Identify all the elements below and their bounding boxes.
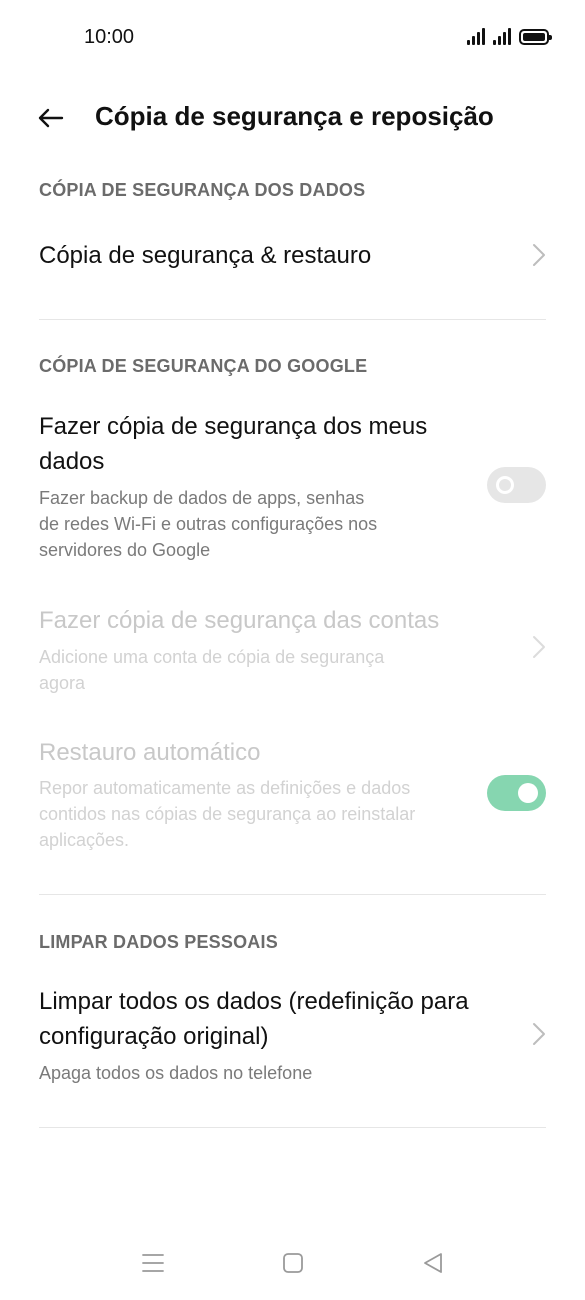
backup-accounts-sub-line1: Adicione uma conta de cópia de segurança [39,647,385,667]
status-icons [467,27,552,45]
divider [39,894,546,895]
section-title-personal-data: LIMPAR DADOS PESSOAIS [39,932,278,952]
auto-restore-sub-line2: contidos nas cópias de segurança ao rein… [39,804,416,824]
battery-icon [519,29,552,45]
page-title: Cópia de segurança e reposição [95,101,494,131]
auto-restore-toggle[interactable] [487,775,546,811]
factory-reset-title-line2: configuração original) [39,1023,269,1050]
divider [39,319,546,320]
backup-my-data-title-line2: dados [39,448,105,475]
signal-icon-2 [493,27,511,45]
app-header: Cópia de segurança e reposição [0,95,585,140]
chevron-right-icon [533,1023,545,1045]
back-icon[interactable] [420,1250,446,1276]
status-bar: 10:00 [0,0,585,75]
backup-my-data-sub-line3: servidores do Google [39,540,211,560]
backup-my-data-title-line1: Fazer cópia de segurança dos meus [39,413,428,440]
toggle-knob [518,783,538,803]
backup-accounts-title: Fazer cópia de segurança das contas [39,607,440,634]
factory-reset-sub: Apaga todos os dados no telefone [39,1063,313,1083]
auto-restore-sub-line3: aplicações. [39,830,130,850]
auto-restore-sub-line1: Repor automaticamente as definições e da… [39,778,411,798]
backup-my-data-toggle[interactable] [487,467,546,503]
chevron-right-icon [533,244,545,266]
auto-restore-title: Restauro automático [39,739,261,766]
divider [39,1127,546,1128]
section-title-google-backup: CÓPIA DE SEGURANÇA DO GOOGLE [39,356,368,376]
signal-icon [467,27,485,45]
factory-reset-title-line1: Limpar todos os dados (redefinição para [39,988,469,1015]
menu-icon[interactable] [140,1250,166,1276]
toggle-knob [496,476,514,494]
backup-my-data-sub-line2: de redes Wi-Fi e outras configurações no… [39,514,378,534]
backup-restore-label: Cópia de segurança & restauro [39,242,372,269]
chevron-right-icon [533,636,545,658]
backup-my-data-sub-line1: Fazer backup de dados de apps, senhas [39,488,365,508]
section-title-data-backup: CÓPIA DE SEGURANÇA DOS DADOS [39,180,366,200]
home-icon[interactable] [280,1250,306,1276]
back-arrow-icon[interactable] [36,103,66,133]
navigation-bar [0,1240,585,1285]
backup-accounts-sub-line2: agora [39,673,86,693]
status-time: 10:00 [84,26,135,48]
